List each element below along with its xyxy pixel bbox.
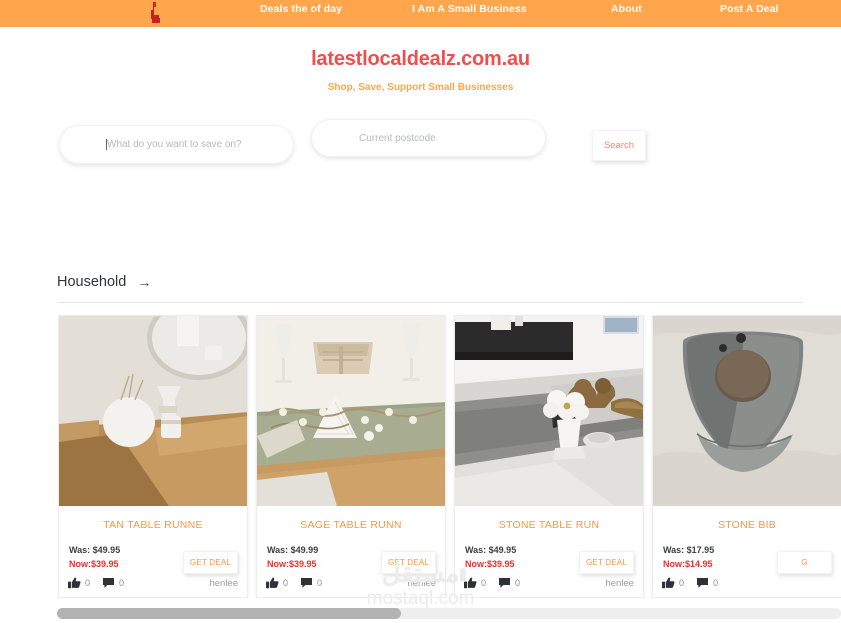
price-was: Was: $49.95	[69, 545, 121, 555]
arrow-right-icon[interactable]: →	[137, 275, 151, 289]
product-card-footer: 0 0	[653, 577, 841, 589]
comment-stat[interactable]: 0	[696, 577, 718, 589]
price-now: Now:$39.95	[69, 558, 119, 569]
vendor-name[interactable]: henlee	[407, 578, 436, 589]
comment-count: 0	[515, 578, 521, 588]
stone-table-runner-photo[interactable]	[455, 316, 643, 506]
price-now: Now:$14.95	[663, 558, 713, 569]
site-title: latestlocaldealz.com.au	[311, 48, 530, 70]
product-card[interactable]: STONE BIB Was: $17.95 Now:$14.95 G 0 0	[652, 315, 841, 598]
search-button[interactable]: Search	[592, 130, 646, 161]
nav-item-about[interactable]: About	[611, 3, 642, 15]
get-deal-button[interactable]: G	[777, 551, 832, 574]
product-title[interactable]: SAGE TABLE RUNN	[257, 519, 445, 531]
thumbs-up-icon[interactable]	[266, 577, 279, 589]
like-count: 0	[283, 578, 289, 588]
nav-item-i-am-a-small-business[interactable]: I Am A Small Business	[412, 3, 527, 15]
product-card-footer: 0 0 henlee	[59, 577, 247, 589]
top-navigation-bar: Deals the of day I Am A Small Business A…	[0, 0, 841, 27]
product-card[interactable]: STONE TABLE RUN Was: $49.95 Now:$39.95 G…	[454, 315, 644, 598]
product-prices: Was: $49.95 Now:$39.95	[465, 544, 516, 572]
section-header: Household →	[57, 274, 802, 303]
like-stat[interactable]: 0	[662, 577, 684, 589]
thumbs-up-icon[interactable]	[68, 577, 81, 589]
like-count: 0	[679, 578, 685, 588]
horizontal-scrollbar-thumb[interactable]	[57, 608, 401, 619]
inner-scroll-indicator[interactable]	[460, 568, 466, 582]
product-card-footer: 0 0 henlee	[257, 577, 445, 589]
like-stat[interactable]: 0	[266, 577, 288, 589]
comment-stat[interactable]: 0	[300, 577, 322, 589]
comment-stat[interactable]: 0	[498, 577, 520, 589]
comment-icon[interactable]	[102, 577, 115, 589]
postcode-input-wrapper[interactable]: Current postcode	[311, 119, 546, 157]
comment-count: 0	[713, 578, 719, 588]
product-card-footer: 0 0 henlee	[455, 577, 643, 589]
price-now: Now:$39.95	[465, 558, 515, 569]
get-deal-button[interactable]: GET DEAL	[381, 551, 436, 574]
get-deal-button[interactable]: GET DEAL	[579, 551, 634, 574]
nav-links: Deals the of day I Am A Small Business A…	[0, 0, 841, 27]
product-prices: Was: $49.95 Now:$39.95	[69, 544, 120, 572]
vendor-name[interactable]: henlee	[209, 578, 238, 589]
comment-count: 0	[317, 578, 323, 588]
site-tagline: Shop, Save, Support Small Businesses	[327, 82, 514, 93]
comment-stat[interactable]: 0	[102, 577, 124, 589]
product-prices: Was: $17.95 Now:$14.95	[663, 544, 714, 572]
nav-item-deals-of-the-day[interactable]: Deals the of day	[260, 3, 342, 15]
brand-header: latestlocaldealz.com.au Shop, Save, Supp…	[0, 48, 841, 93]
comment-icon[interactable]	[300, 577, 313, 589]
comment-count: 0	[119, 578, 125, 588]
postcode-input-placeholder: Current postcode	[359, 132, 436, 144]
comment-icon[interactable]	[498, 577, 511, 589]
nav-item-post-a-deal[interactable]: Post A Deal	[720, 3, 779, 15]
price-now: Now:$39.95	[267, 558, 317, 569]
product-title[interactable]: STONE TABLE RUN	[455, 519, 643, 531]
search-input-wrapper[interactable]: What do you want to save on?	[59, 125, 294, 164]
section-title: Household	[57, 274, 127, 290]
like-stat[interactable]: 0	[68, 577, 90, 589]
get-deal-button[interactable]: GET DEAL	[183, 551, 238, 574]
product-card[interactable]: SAGE TABLE RUNN Was: $49.99 Now:$39.95 G…	[256, 315, 446, 598]
price-was: Was: $49.95	[465, 545, 517, 555]
search-input-placeholder: What do you want to save on?	[107, 139, 242, 150]
price-was: Was: $49.99	[267, 545, 319, 555]
thumbs-up-icon[interactable]	[662, 577, 675, 589]
stone-bib-photo[interactable]	[653, 316, 841, 506]
price-was: Was: $17.95	[663, 545, 715, 555]
product-carousel[interactable]: TAN TABLE RUNNE Was: $49.95 Now:$39.95 G…	[58, 315, 841, 598]
like-stat[interactable]: 0	[464, 577, 486, 589]
like-count: 0	[481, 578, 487, 588]
tan-table-runner-photo[interactable]	[59, 316, 247, 506]
comment-icon[interactable]	[696, 577, 709, 589]
search-bar: What do you want to save on? Current pos…	[0, 118, 841, 178]
product-prices: Was: $49.99 Now:$39.95	[267, 544, 318, 572]
vendor-name[interactable]: henlee	[605, 578, 634, 589]
category-section-household: Household →	[57, 274, 802, 303]
product-title[interactable]: TAN TABLE RUNNE	[59, 519, 247, 531]
sage-table-runner-photo[interactable]	[257, 316, 445, 506]
product-card[interactable]: TAN TABLE RUNNE Was: $49.95 Now:$39.95 G…	[58, 315, 248, 598]
like-count: 0	[85, 578, 91, 588]
product-title[interactable]: STONE BIB	[653, 519, 841, 531]
